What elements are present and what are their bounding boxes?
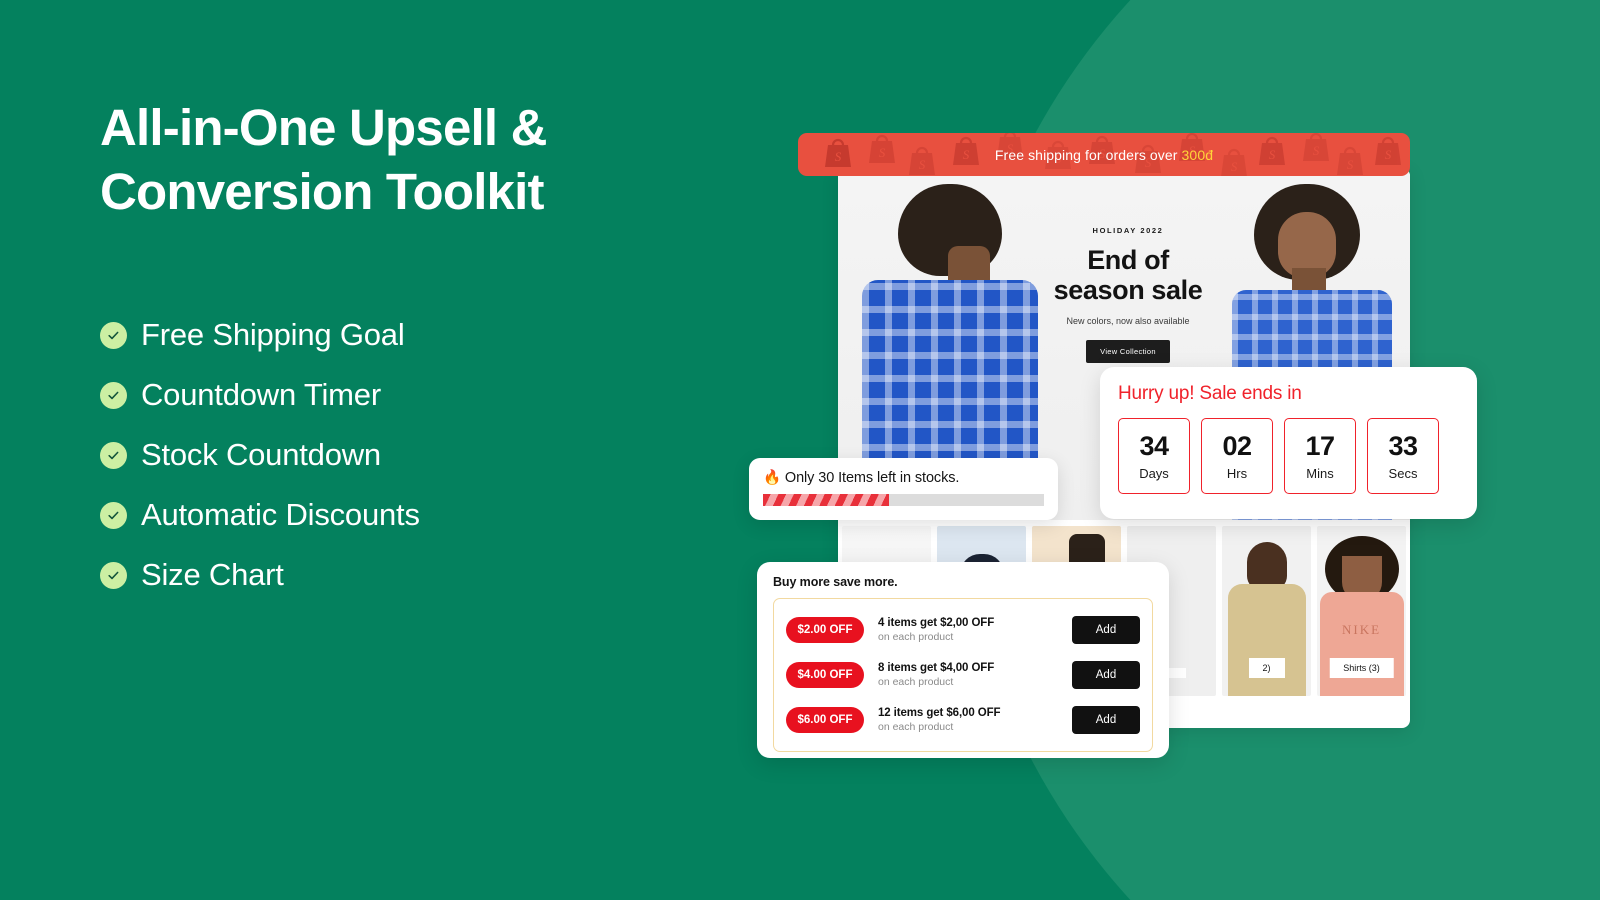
feature-list: Free Shipping Goal Countdown Timer Stock…: [100, 305, 420, 605]
product-figure-brandmark: NIKE: [1341, 622, 1382, 637]
feature-item-stock-countdown: Stock Countdown: [100, 425, 420, 485]
countdown-unit: Mins: [1306, 466, 1334, 481]
feature-label: Free Shipping Goal: [141, 317, 405, 352]
volume-discount-tiers: $2.00 OFF 4 items get $2,00 OFF on each …: [773, 598, 1153, 752]
countdown-box-hours: 02 Hrs: [1201, 418, 1273, 494]
check-icon: [100, 501, 127, 529]
countdown-boxes: 34 Days 02 Hrs 17 Mins 33 Secs: [1118, 418, 1459, 494]
tier-main-text: 12 items get $6,00 OFF: [878, 706, 1001, 719]
product-figure-hoodie: [1227, 584, 1306, 696]
discount-badge: $2.00 OFF: [786, 616, 864, 643]
feature-item-automatic-discounts: Automatic Discounts: [100, 485, 420, 545]
tier-sub-text: on each product: [878, 630, 954, 643]
check-icon: [100, 561, 127, 589]
check-icon: [100, 441, 127, 469]
feature-item-countdown-timer: Countdown Timer: [100, 365, 420, 425]
stock-progress-bar: [763, 494, 1044, 506]
tier-description: 4 items get $2,00 OFF on each product: [878, 617, 1058, 643]
feature-label: Automatic Discounts: [141, 497, 420, 532]
volume-tier-row: $6.00 OFF 12 items get $6,00 OFF on each…: [786, 697, 1140, 742]
countdown-value: 34: [1139, 431, 1169, 461]
hero-copy: All-in-One Upsell & Conversion Toolkit: [100, 96, 740, 224]
product-tile-label: 2): [1248, 658, 1285, 678]
tier-description: 8 items get $4,00 OFF on each product: [878, 662, 1058, 688]
volume-discount-title: Buy more save more.: [773, 575, 898, 589]
feature-label: Stock Countdown: [141, 437, 381, 472]
countdown-unit: Hrs: [1226, 466, 1248, 481]
discount-badge: $4.00 OFF: [786, 661, 864, 688]
countdown-title: Hurry up! Sale ends in: [1118, 383, 1302, 404]
countdown-unit: Days: [1139, 466, 1169, 481]
feature-label: Size Chart: [141, 557, 284, 592]
countdown-value: 17: [1305, 431, 1335, 461]
tier-main-text: 4 items get $2,00 OFF: [878, 616, 995, 629]
product-figure-head: [1246, 542, 1287, 590]
free-shipping-prefix: Free shipping for orders over: [994, 146, 1182, 163]
discount-badge: $6.00 OFF: [786, 706, 864, 733]
product-tile[interactable]: 2): [1222, 526, 1311, 696]
page-title: All-in-One Upsell & Conversion Toolkit: [100, 99, 547, 220]
tier-description: 12 items get $6,00 OFF on each product: [878, 707, 1058, 733]
add-button[interactable]: Add: [1072, 705, 1140, 734]
stock-countdown-message: 🔥 Only 30 Items left in stocks.: [763, 469, 1044, 486]
feature-item-free-shipping-goal: Free Shipping Goal: [100, 305, 420, 365]
check-icon: [100, 381, 127, 409]
add-button[interactable]: Add: [1072, 615, 1140, 644]
tier-sub-text: on each product: [878, 675, 954, 688]
product-figure-tshirt: [1319, 592, 1404, 696]
free-shipping-message: Free shipping for orders over 300đ: [995, 147, 1213, 163]
countdown-unit: Secs: [1388, 466, 1418, 481]
free-shipping-goal-bar: S Free shipping for orders over 300đ: [798, 133, 1410, 176]
countdown-box-minutes: 17 Mins: [1284, 418, 1356, 494]
countdown-box-seconds: 33 Secs: [1367, 418, 1439, 494]
stock-countdown-widget: 🔥 Only 30 Items left in stocks.: [749, 458, 1058, 520]
hero-subtitle: New colors, now also available: [1066, 316, 1190, 326]
product-tile[interactable]: NIKE Shirts (3): [1317, 526, 1406, 696]
view-collection-button[interactable]: View Collection: [1086, 340, 1170, 363]
volume-discount-widget: Buy more save more. $2.00 OFF 4 items ge…: [757, 562, 1169, 758]
storefront-hero-copy: HOLIDAY 2022 End of season sale New colo…: [1033, 226, 1223, 363]
tier-sub-text: on each product: [878, 720, 954, 733]
feature-item-size-chart: Size Chart: [100, 545, 420, 605]
hero-kicker: HOLIDAY 2022: [1092, 226, 1164, 235]
feature-label: Countdown Timer: [141, 377, 381, 412]
free-shipping-amount: 300đ: [1181, 146, 1214, 163]
product-tile-label: Shirts (3): [1329, 658, 1394, 678]
stock-progress-fill: [763, 494, 890, 506]
tier-main-text: 8 items get $4,00 OFF: [878, 661, 995, 674]
countdown-value: 33: [1388, 431, 1418, 461]
countdown-box-days: 34 Days: [1118, 418, 1190, 494]
hero-title-line2: season sale: [1053, 275, 1203, 305]
fire-icon: 🔥: [763, 470, 781, 486]
countdown-timer-widget: Hurry up! Sale ends in 34 Days 02 Hrs 17…: [1100, 367, 1477, 519]
volume-tier-row: $4.00 OFF 8 items get $4,00 OFF on each …: [786, 652, 1140, 697]
countdown-value: 02: [1222, 431, 1252, 461]
hero-title-line1: End of: [1087, 245, 1169, 275]
volume-tier-row: $2.00 OFF 4 items get $2,00 OFF on each …: [786, 607, 1140, 652]
check-icon: [100, 321, 127, 349]
stock-countdown-text: Only 30 Items left in stocks.: [784, 470, 960, 486]
add-button[interactable]: Add: [1072, 660, 1140, 689]
